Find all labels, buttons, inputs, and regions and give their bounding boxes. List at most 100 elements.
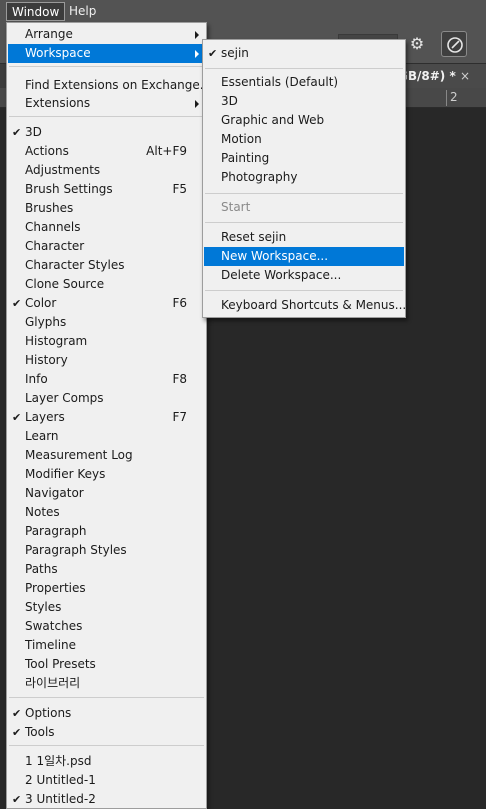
workspace-menu-item[interactable]: Photography: [204, 168, 404, 187]
window-menu-item[interactable]: Notes: [8, 503, 205, 522]
window-menu-item-label: Measurement Log: [25, 448, 133, 462]
workspace-menu-item-label: Essentials (Default): [221, 75, 339, 89]
close-icon[interactable]: ×: [460, 64, 470, 88]
window-menu-item[interactable]: Layer Comps: [8, 389, 205, 408]
window-menu-item-label: 3D: [25, 125, 42, 139]
window-menu-item-label: Brush Settings: [25, 182, 113, 196]
window-menu-item[interactable]: Navigator: [8, 484, 205, 503]
window-menu-item-label: Character Styles: [25, 258, 125, 272]
window-menu-item[interactable]: ✔ Layers F7: [8, 408, 205, 427]
window-menu-item-label: Brushes: [25, 201, 74, 215]
checkmark-icon: ✔: [12, 297, 22, 310]
window-menu-item[interactable]: 라이브러리: [8, 674, 205, 693]
window-menu-item[interactable]: Extensions: [8, 94, 205, 113]
window-menu-item[interactable]: Brushes: [8, 199, 205, 218]
window-menu-item[interactable]: 1 1일차.psd: [8, 752, 205, 771]
window-menu-item[interactable]: Character Styles: [8, 256, 205, 275]
window-menu-item-label: 라이브러리: [25, 676, 81, 690]
window-menu-item[interactable]: Character: [8, 237, 205, 256]
checkmark-icon: ✔: [12, 793, 22, 806]
workspace-menu-item[interactable]: Reset sejin: [204, 228, 404, 247]
window-menu-item-label: Histogram: [25, 334, 88, 348]
checkmark-icon: ✔: [208, 47, 218, 60]
window-menu-item[interactable]: Histogram: [8, 332, 205, 351]
window-menu-item[interactable]: Arrange: [8, 25, 205, 44]
shortcut-label: Alt+F9: [146, 144, 187, 158]
window-menu-item[interactable]: Info F8: [8, 370, 205, 389]
shortcut-label: F8: [172, 372, 187, 386]
window-menu-item[interactable]: Tool Presets: [8, 655, 205, 674]
window-menu-item-label: Paragraph: [25, 524, 87, 538]
window-menu-item[interactable]: ✔ 3 Untitled-2: [8, 790, 205, 809]
menu-window[interactable]: Window: [6, 2, 66, 21]
window-menu-item[interactable]: Channels: [8, 218, 205, 237]
window-menu-item[interactable]: Actions Alt+F9: [8, 142, 205, 161]
checkmark-icon: ✔: [12, 707, 22, 720]
window-menu-item[interactable]: Paragraph: [8, 522, 205, 541]
menu-separator: [205, 68, 403, 69]
window-menu-item-label: Tool Presets: [25, 657, 96, 671]
window-menu-item[interactable]: 2 Untitled-1: [8, 771, 205, 790]
window-menu-item[interactable]: ✔ 3D: [8, 123, 205, 142]
workspace-menu-item[interactable]: Painting: [204, 149, 404, 168]
workspace-menu-item[interactable]: Keyboard Shortcuts & Menus...: [204, 296, 407, 315]
window-menu-item-label: Extensions: [25, 96, 91, 110]
window-menu-item[interactable]: Learn: [8, 427, 205, 446]
window-menu-item[interactable]: Styles: [8, 598, 205, 617]
window-menu-item-label: Character: [25, 239, 85, 253]
checkmark-icon: ✔: [12, 126, 22, 139]
workspace-menu-item-label: Keyboard Shortcuts & Menus...: [221, 298, 407, 312]
window-menu-item[interactable]: Timeline: [8, 636, 205, 655]
window-menu-item[interactable]: Swatches: [8, 617, 205, 636]
menu-separator: [9, 697, 204, 698]
menu-separator: [205, 290, 403, 291]
window-menu-item-label: Workspace: [25, 46, 91, 60]
menu-separator: [9, 66, 204, 67]
window-menu-item-label: Paragraph Styles: [25, 543, 127, 557]
workspace-menu-item-label: New Workspace...: [221, 249, 329, 263]
workspace-menu-item[interactable]: Start: [204, 198, 404, 217]
workspace-menu-item[interactable]: Motion: [204, 130, 404, 149]
checkmark-icon: ✔: [12, 726, 22, 739]
menu-separator: [9, 745, 204, 746]
workspace-menu-item[interactable]: New Workspace...: [204, 247, 404, 266]
window-menu-item[interactable]: Glyphs: [8, 313, 205, 332]
workspace-menu-item[interactable]: Essentials (Default): [204, 73, 404, 92]
window-menu-item-label: Properties: [25, 581, 86, 595]
submenu-arrow-icon: [195, 31, 199, 39]
window-menu-item-label: Actions: [25, 144, 69, 158]
window-menu-item[interactable]: ✔ Tools: [8, 723, 205, 742]
window-menu-item[interactable]: Clone Source: [8, 275, 205, 294]
menu-help[interactable]: Help: [64, 2, 101, 21]
workspace-submenu: ✔ sejin Essentials (Default) 3D Graphic and …: [202, 39, 406, 318]
workspace-menu-item[interactable]: Delete Workspace...: [204, 266, 404, 285]
window-menu-item[interactable]: Paragraph Styles: [8, 541, 205, 560]
window-menu-item-label: Arrange: [25, 27, 73, 41]
window-menu-item[interactable]: Brush Settings F5: [8, 180, 205, 199]
window-menu-item-label: 1 1일차.psd: [25, 754, 92, 768]
window-menu-item[interactable]: Modifier Keys: [8, 465, 205, 484]
workspace-menu-item[interactable]: Graphic and Web: [204, 111, 404, 130]
window-menu-item-label: Glyphs: [25, 315, 67, 329]
workspace-menu-item[interactable]: ✔ sejin: [204, 44, 404, 63]
brush-icon: [447, 37, 463, 53]
window-menu-item-label: Learn: [25, 429, 59, 443]
window-menu-item[interactable]: Measurement Log: [8, 446, 205, 465]
submenu-arrow-icon: [195, 100, 199, 108]
window-menu-item[interactable]: Workspace: [8, 44, 205, 63]
window-menu-item[interactable]: Adjustments: [8, 161, 205, 180]
checkmark-icon: ✔: [12, 411, 22, 424]
menu-separator: [9, 116, 204, 117]
window-menu-item[interactable]: ✔ Options: [8, 704, 205, 723]
workspace-menu-item[interactable]: 3D: [204, 92, 404, 111]
window-menu-item[interactable]: Properties: [8, 579, 205, 598]
window-menu-item[interactable]: History: [8, 351, 205, 370]
window-menu-item-label: Layers: [25, 410, 65, 424]
gear-icon[interactable]: ⚙: [406, 33, 428, 55]
window-menu-item-label: Adjustments: [25, 163, 101, 177]
window-menu-item[interactable]: Find Extensions on Exchange...: [8, 76, 211, 95]
brush-pressure-button[interactable]: [441, 31, 467, 57]
window-menu-item[interactable]: ✔ Color F6: [8, 294, 205, 313]
window-menu-item[interactable]: Paths: [8, 560, 205, 579]
window-menu-item-label: Tools: [25, 725, 55, 739]
